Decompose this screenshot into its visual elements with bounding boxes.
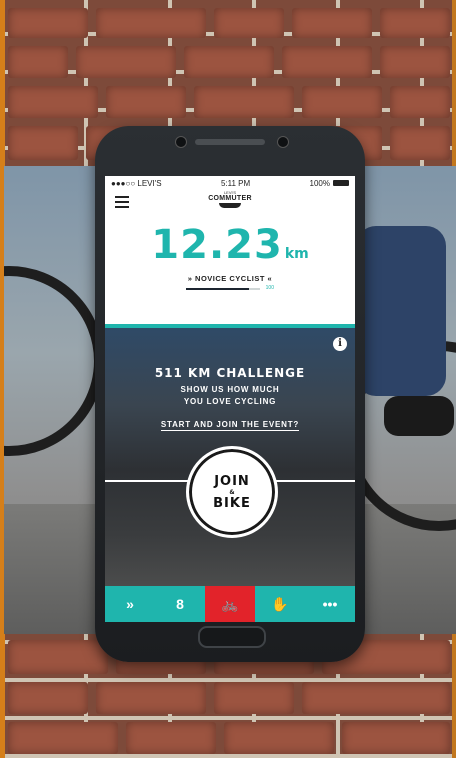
progress-fill: [186, 288, 249, 290]
join-event-link[interactable]: START AND JOIN THE EVENT?: [160, 420, 300, 431]
more-icon[interactable]: •••: [305, 586, 355, 622]
fast-forward-icon[interactable]: »: [105, 586, 155, 622]
app-header: LEVI'S COMMUTER: [105, 190, 355, 212]
rider-shoe: [384, 396, 454, 436]
clock: 5:11 PM: [220, 178, 251, 188]
join-and-bike-button[interactable]: JOIN & BIKE: [186, 446, 278, 538]
bicycle-icon[interactable]: 🚲: [205, 586, 255, 622]
level-progress: 100: [186, 285, 274, 292]
battery-status: 100%: [310, 179, 349, 188]
carrier-label: ●●●○○ LEVI'S: [111, 178, 162, 188]
commuter-logo: LEVI'S COMMUTER: [208, 190, 252, 208]
event-banner: i 511 KM CHALLENGE SHOW US HOW MUCH YOU …: [105, 328, 355, 586]
home-button[interactable]: [198, 626, 266, 648]
event-title: 511 KM CHALLENGE: [154, 366, 306, 380]
distance-readout: 12.23 km: [105, 222, 355, 268]
distance-unit: km: [284, 246, 309, 262]
speaker-grille: [195, 139, 265, 145]
event-subtitle: SHOW US HOW MUCH YOU LOVE CYCLING: [180, 385, 280, 406]
app-screen: ●●●○○ LEVI'S 5:11 PM 100% LEVI'S COMMUTE…: [105, 176, 355, 622]
sensor-icon: [175, 136, 187, 148]
battery-icon: [332, 180, 349, 187]
cyclist-level: » NOVICE CYCLIST «: [187, 274, 273, 283]
info-icon[interactable]: i: [333, 337, 347, 351]
batwing-logo-icon: [219, 203, 241, 208]
medal-icon[interactable]: 8: [155, 586, 205, 622]
status-bar: ●●●○○ LEVI'S 5:11 PM 100%: [105, 176, 355, 190]
rider-leg: [356, 226, 446, 396]
hand-icon[interactable]: ✋: [255, 586, 305, 622]
front-wheel: [4, 266, 104, 456]
camera-icon: [277, 136, 289, 148]
smartphone: ●●●○○ LEVI'S 5:11 PM 100% LEVI'S COMMUTE…: [95, 126, 365, 662]
progress-label: 100: [265, 285, 274, 291]
hamburger-menu-icon[interactable]: [115, 196, 129, 211]
distance-value: 12.23: [151, 222, 283, 268]
tab-bar: » 8 🚲 ✋ •••: [105, 586, 355, 622]
